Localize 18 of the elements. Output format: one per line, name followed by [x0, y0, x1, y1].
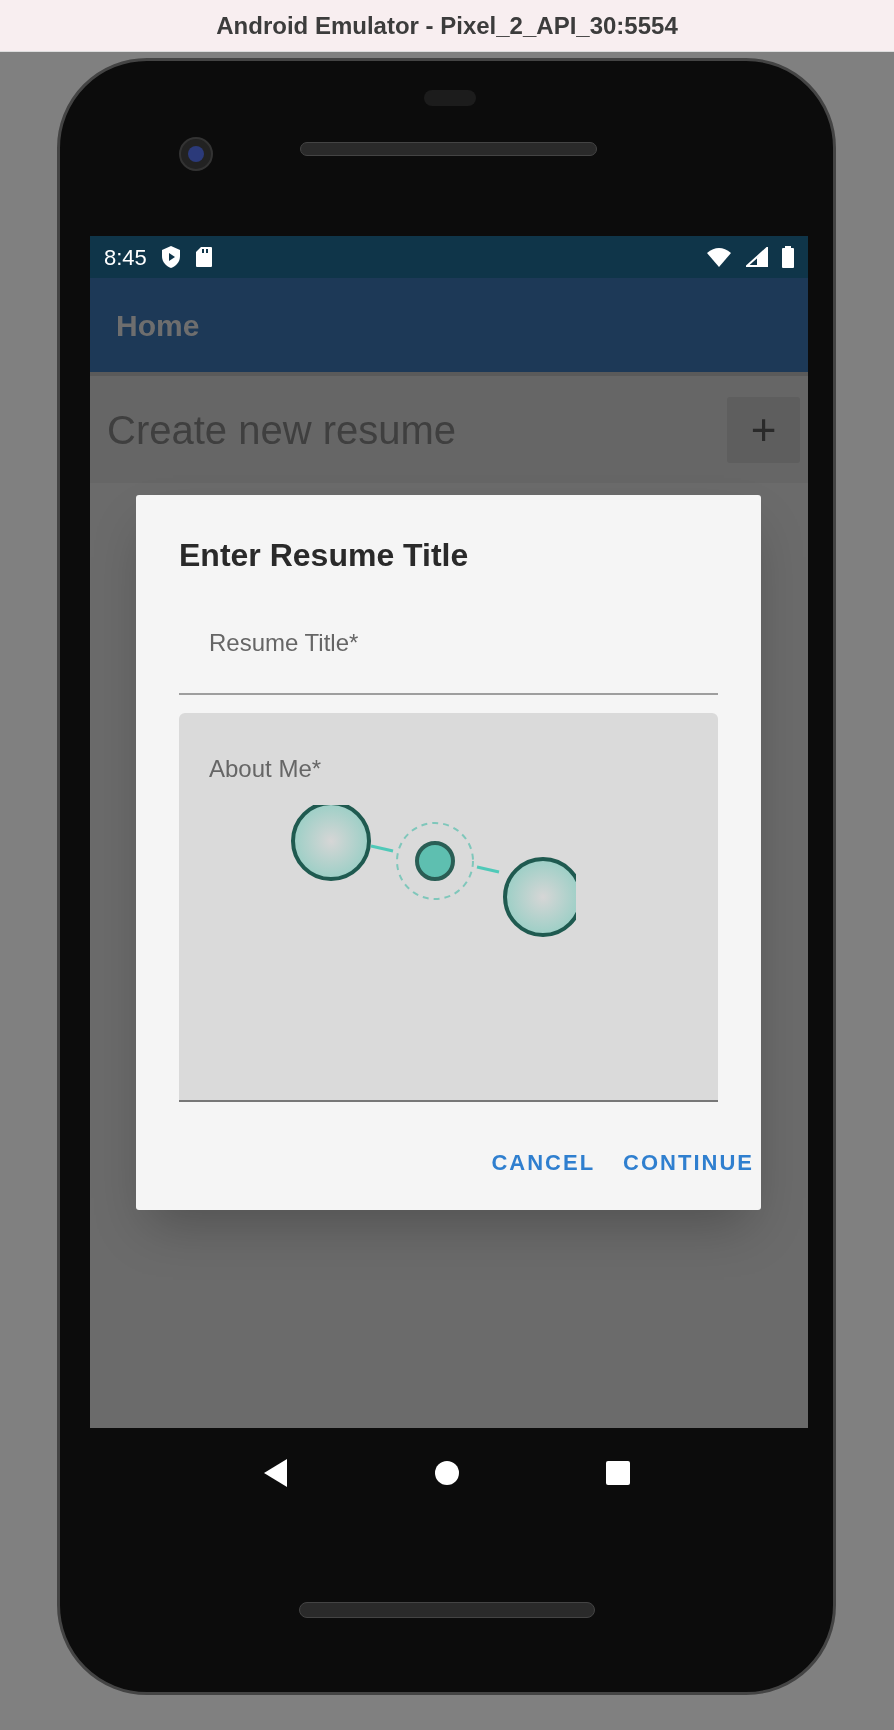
dialog-button[interactable]: CONTINUE	[619, 1140, 758, 1185]
back-icon[interactable]	[262, 1458, 289, 1488]
title-field[interactable]: Resume Title*	[179, 609, 718, 695]
add-button[interactable]: +	[727, 396, 800, 463]
recents-icon[interactable]	[604, 1460, 631, 1486]
dialog-button[interactable]: CANCEL	[487, 1140, 600, 1185]
battery-icon	[782, 246, 794, 268]
sd-card-icon	[194, 246, 213, 268]
app-bar-title: Home	[116, 307, 200, 344]
about-field[interactable]: About Me*	[179, 713, 718, 1102]
camera-icon	[178, 136, 214, 172]
wifi-icon	[706, 247, 732, 267]
status-time: 8:45	[104, 243, 147, 272]
dialog-title: Enter Resume Title	[179, 536, 470, 575]
window-title: Android Emulator - Pixel_2_API_30:5554	[216, 10, 678, 41]
signal-icon	[746, 247, 768, 267]
shield-icon	[160, 245, 181, 269]
home-icon[interactable]	[433, 1460, 460, 1486]
